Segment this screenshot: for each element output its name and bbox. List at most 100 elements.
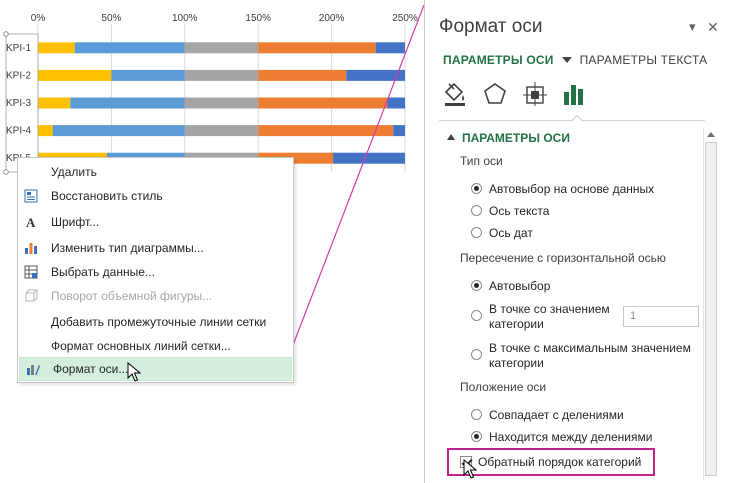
- radio-crossing-at-max[interactable]: В точке с максимальным значением категор…: [471, 341, 691, 371]
- size-properties-icon[interactable]: [521, 80, 549, 108]
- menu-item-label: Восстановить стиль: [51, 189, 163, 203]
- option-label-line: категории: [489, 317, 544, 331]
- bar-segment-kpi-2-s2[interactable]: [111, 69, 185, 81]
- format-axis-pane: Формат оси ▾ ✕ ПАРАМЕТРЫ ОСИ ПАРАМЕТРЫ Т…: [424, 0, 732, 483]
- menu-item-label: Формат оси...: [53, 362, 129, 376]
- radio-button[interactable]: [471, 409, 482, 420]
- radio-axis-on-ticks[interactable]: Совпадает с делениями: [471, 408, 624, 423]
- option-label-line: В точке со значением: [489, 302, 610, 316]
- bar-segment-kpi-2-s3[interactable]: [184, 69, 259, 81]
- bar-segment-kpi-1-s5[interactable]: [375, 42, 405, 54]
- pane-close-button[interactable]: ✕: [707, 19, 719, 36]
- bar-segment-kpi-3-s4[interactable]: [258, 97, 388, 109]
- menu-item-font[interactable]: A Шрифт...: [18, 210, 293, 234]
- axis-position-label: Положение оси: [460, 380, 547, 394]
- tab-text-options[interactable]: ПАРАМЕТРЫ ТЕКСТА: [580, 53, 708, 67]
- radio-button[interactable]: [471, 183, 482, 194]
- mouse-cursor-icon: [127, 362, 141, 382]
- x-tick-label: 50%: [101, 13, 121, 24]
- menu-item-delete[interactable]: Удалить: [18, 160, 293, 184]
- radio-button[interactable]: [471, 431, 482, 442]
- radio-button[interactable]: [471, 227, 482, 238]
- menu-item-3d-rotation: Поворот объемной фигуры...: [18, 284, 293, 308]
- radio-axis-type-auto[interactable]: Автовыбор на основе данных: [471, 182, 654, 197]
- rotation-3d-icon: [23, 288, 39, 304]
- x-tick-label: 0%: [31, 13, 46, 24]
- section-axis-options-header[interactable]: ПАРАМЕТРЫ ОСИ: [447, 131, 570, 145]
- x-tick-label: 100%: [172, 13, 198, 24]
- radio-axis-type-text[interactable]: Ось текста: [471, 204, 549, 219]
- bar-segment-kpi-4-s2[interactable]: [52, 125, 185, 137]
- radio-button[interactable]: [471, 205, 482, 216]
- bar-segment-kpi-3-s1[interactable]: [38, 97, 71, 109]
- x-tick-label: 200%: [319, 13, 345, 24]
- radio-axis-type-date[interactable]: Ось дат: [471, 226, 533, 241]
- menu-item-label: Формат основных линий сетки...: [51, 339, 231, 353]
- menu-item-reset-style[interactable]: Восстановить стиль: [18, 184, 293, 208]
- bar-segment-kpi-2-s5[interactable]: [346, 69, 405, 81]
- bar-segment-kpi-3-s2[interactable]: [70, 97, 185, 109]
- menu-item-label: Поворот объемной фигуры...: [51, 289, 213, 303]
- reverse-order-highlight[interactable]: Обратный порядок категорий: [447, 448, 655, 476]
- menu-item-select-data[interactable]: Выбрать данные...: [18, 260, 293, 284]
- option-label-line: В точке с максимальным значением: [489, 341, 691, 355]
- y-tick-label: KPI-2: [6, 70, 31, 81]
- option-label-line: категории: [489, 356, 544, 370]
- pane-options-dropdown[interactable]: ▾: [689, 19, 696, 35]
- chart-bars: [38, 42, 405, 164]
- radio-button[interactable]: [471, 310, 482, 321]
- menu-item-label: Выбрать данные...: [51, 265, 155, 279]
- menu-item-format-major-gridlines[interactable]: Формат основных линий сетки...: [18, 334, 293, 358]
- bar-segment-kpi-3-s3[interactable]: [184, 97, 259, 109]
- reset-style-icon: [23, 188, 39, 204]
- chart-y-axis-ticks: KPI-1KPI-2KPI-3KPI-4KPI-5: [6, 43, 31, 164]
- menu-item-add-minor-gridlines[interactable]: Добавить промежуточные линии сетки: [18, 310, 293, 334]
- fill-line-icon[interactable]: [441, 80, 469, 108]
- tab-axis-options[interactable]: ПАРАМЕТРЫ ОСИ: [443, 53, 554, 67]
- bar-segment-kpi-2-s4[interactable]: [258, 69, 347, 81]
- section-title: ПАРАМЕТРЫ ОСИ: [462, 131, 570, 145]
- bar-segment-kpi-1-s1[interactable]: [38, 42, 75, 54]
- option-label: Ось текста: [489, 204, 550, 218]
- option-label: Ось дат: [489, 226, 533, 240]
- menu-item-change-chart-type[interactable]: Изменить тип диаграммы...: [18, 236, 293, 260]
- option-label: Автовыбор на основе данных: [489, 182, 655, 196]
- bar-segment-kpi-2-s1[interactable]: [38, 69, 112, 81]
- bar-segment-kpi-4-s5[interactable]: [393, 125, 405, 137]
- bar-segment-kpi-4-s4[interactable]: [258, 125, 394, 137]
- select-data-icon: [23, 264, 39, 280]
- scroll-up-icon[interactable]: [707, 132, 715, 137]
- bar-segment-kpi-1-s3[interactable]: [184, 42, 259, 54]
- radio-axis-between-ticks[interactable]: Находится между делениями: [471, 430, 652, 445]
- radio-crossing-at-value[interactable]: В точке со значением категории: [471, 302, 610, 332]
- bar-segment-kpi-1-s4[interactable]: [258, 42, 376, 54]
- selection-handle-top[interactable]: [3, 31, 9, 37]
- svg-text:A: A: [26, 215, 36, 229]
- context-menu: Удалить Восстановить стиль A Шрифт... Из…: [17, 157, 294, 383]
- x-tick-label: 250%: [392, 13, 418, 24]
- chevron-down-icon[interactable]: [561, 57, 572, 63]
- bar-segment-kpi-4-s3[interactable]: [184, 125, 259, 137]
- crossing-value-input[interactable]: 1: [623, 306, 699, 327]
- radio-button[interactable]: [471, 349, 482, 360]
- collapse-triangle-icon: [447, 134, 455, 140]
- stacked-bar-chart[interactable]: 0% 50% 100% 150% 200% 250% KPI-1 KPI-2 KPI-3 KPI…: [0, 0, 420, 175]
- bar-segment-kpi-5-s5[interactable]: [333, 152, 405, 164]
- menu-item-format-axis[interactable]: Формат оси...: [19, 357, 292, 381]
- option-label: В точке со значением категории: [489, 302, 610, 332]
- scrollbar-thumb[interactable]: [705, 142, 717, 476]
- bar-segment-kpi-4-s1[interactable]: [38, 125, 53, 137]
- axis-options-icon[interactable]: [561, 80, 589, 108]
- x-tick-label: 150%: [245, 13, 271, 24]
- pane-scrollbar[interactable]: [703, 128, 717, 480]
- bar-segment-kpi-3-s5[interactable]: [387, 97, 405, 109]
- menu-item-label: Добавить промежуточные линии сетки: [51, 315, 267, 329]
- bar-segment-kpi-1-s2[interactable]: [74, 42, 185, 54]
- radio-crossing-auto[interactable]: Автовыбор: [471, 279, 550, 294]
- crossing-label: Пересечение с горизонтальной осью: [460, 251, 666, 265]
- menu-item-label: Шрифт...: [51, 215, 100, 229]
- effects-icon[interactable]: [481, 80, 509, 108]
- radio-button[interactable]: [471, 280, 482, 291]
- y-tick-label: KPI-4: [6, 126, 31, 137]
- selection-handle-bottom[interactable]: [3, 169, 9, 175]
